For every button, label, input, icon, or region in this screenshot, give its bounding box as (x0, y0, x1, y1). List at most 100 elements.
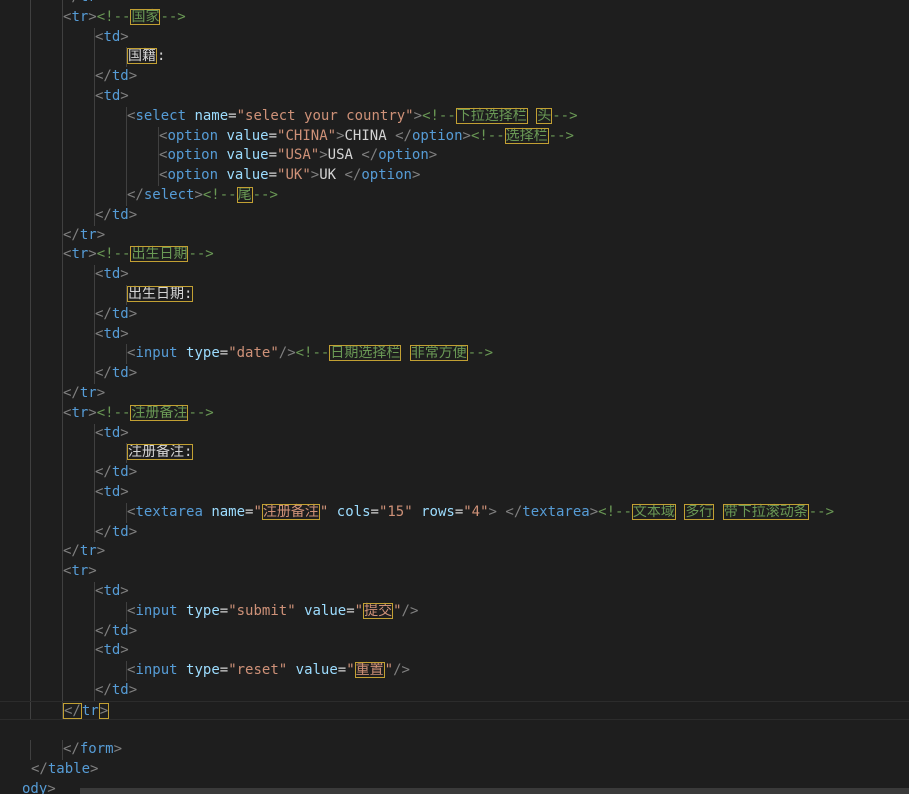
code-line[interactable]: 国籍: (0, 47, 909, 68)
code-line[interactable]: <tr><!--注册备注--> (0, 403, 909, 424)
code-editor[interactable]: </tr><tr><!--国家--><td>国籍:</td><td><selec… (0, 0, 909, 794)
code-line[interactable]: <td> (0, 27, 909, 48)
code-line[interactable]: </td> (0, 205, 909, 226)
code-line[interactable]: </td> (0, 522, 909, 543)
code-line[interactable]: </tr> (0, 383, 909, 404)
unicode-highlight-token: 头 (536, 107, 553, 124)
indent-guide (30, 680, 31, 701)
code-line-content: <td> (95, 641, 129, 661)
code-area[interactable]: </tr><tr><!--国家--><td>国籍:</td><td><selec… (0, 0, 909, 794)
code-token: <!-- (202, 186, 237, 203)
indent-guide (30, 601, 31, 622)
indent-guide (30, 482, 31, 503)
code-token: td (111, 464, 129, 481)
indent-guide (62, 344, 63, 365)
indent-guide (30, 383, 31, 404)
indent-guide (30, 284, 31, 305)
indent-guide (62, 364, 63, 384)
indent-guide (126, 146, 127, 167)
indent-guide (62, 621, 63, 642)
code-line[interactable]: <td> (0, 265, 909, 285)
indent-guide (62, 423, 63, 444)
indent-guide (30, 245, 31, 266)
code-token: input (135, 345, 178, 362)
code-token: > (128, 681, 138, 698)
indent-guide (30, 86, 31, 107)
code-line[interactable]: 出生日期: (0, 284, 909, 305)
code-line[interactable]: <td> (0, 581, 909, 602)
indent-guide (62, 304, 63, 325)
indent-guide (30, 701, 31, 720)
indent-guide (30, 581, 31, 602)
code-line[interactable]: <tr> (0, 562, 909, 582)
code-line[interactable]: <td> (0, 423, 909, 444)
code-line[interactable]: </tr> (0, 542, 909, 563)
code-line[interactable]: <select name="select your country"><!--下… (0, 106, 909, 127)
code-line[interactable]: </td> (0, 67, 909, 87)
indent-guide (30, 0, 31, 8)
code-token: table (47, 761, 91, 778)
code-line[interactable]: <td> (0, 482, 909, 503)
indent-guide (62, 106, 63, 127)
indent-guide (30, 106, 31, 127)
code-token: value (295, 662, 338, 679)
code-token: td (111, 365, 129, 382)
code-line[interactable]: </table> (0, 760, 909, 780)
code-line[interactable]: </td> (0, 304, 909, 325)
code-token: --> (252, 186, 278, 203)
code-line[interactable]: </tr> (0, 225, 909, 246)
code-line[interactable]: <option value="CHINA">CHINA </option><!-… (0, 126, 909, 147)
indent-guide (30, 740, 31, 761)
code-token: option (411, 127, 463, 144)
code-token: > (589, 503, 599, 520)
indent-guide (30, 205, 31, 226)
code-line[interactable]: <option value="USA">USA </option> (0, 146, 909, 167)
code-token: type (186, 602, 220, 619)
code-line[interactable]: <textarea name="注册备注" cols="15" rows="4"… (0, 502, 909, 523)
code-token: td (103, 87, 121, 104)
indent-guide (94, 146, 95, 167)
code-token: CHINA (344, 127, 396, 144)
code-line-content: <tr><!--国家--> (63, 8, 186, 28)
code-line[interactable]: </select><!--尾--> (0, 185, 909, 206)
unicode-highlight-token: 多行 (684, 503, 715, 520)
code-line-content: </td> (95, 463, 137, 483)
code-line[interactable]: </form> (0, 740, 909, 761)
code-token: > (128, 464, 138, 481)
code-token: td (103, 642, 121, 659)
code-line[interactable]: <option value="UK">UK </option> (0, 166, 909, 186)
code-line[interactable] (0, 720, 909, 740)
code-line[interactable]: <input type="date"/><!--日期选择栏 非常方便--> (0, 344, 909, 365)
code-line-content: <td> (95, 87, 129, 107)
code-token: > (120, 266, 129, 283)
code-line[interactable]: 注册备注: (0, 443, 909, 464)
code-line[interactable]: </td> (0, 364, 909, 384)
code-token: </ (95, 68, 112, 85)
code-line-content: <td> (95, 582, 129, 602)
code-line[interactable]: <input type="reset" value="重置"/> (0, 661, 909, 681)
indent-guide (62, 265, 63, 285)
code-token: </ (95, 206, 112, 223)
code-line[interactable]: <input type="submit" value="提交"/> (0, 601, 909, 622)
code-line[interactable]: </tr> (0, 0, 909, 8)
code-token: "15" (378, 503, 413, 520)
code-line[interactable]: </td> (0, 680, 909, 701)
code-line[interactable]: <td> (0, 324, 909, 345)
code-token: td (103, 266, 121, 283)
code-token: option (167, 147, 219, 164)
horizontal-scrollbar[interactable] (80, 788, 909, 794)
code-line[interactable]: <tr><!--国家--> (0, 7, 909, 28)
code-line[interactable]: </tr> (0, 700, 909, 721)
code-line[interactable]: <tr><!--出生日期--> (0, 245, 909, 266)
code-line[interactable]: </td> (0, 463, 909, 483)
code-line[interactable]: </td> (0, 621, 909, 642)
code-token: textarea (522, 503, 590, 520)
code-token: option (361, 167, 412, 184)
code-token: <!-- (96, 8, 131, 25)
code-token: textarea (135, 503, 203, 520)
code-line[interactable]: <td> (0, 641, 909, 662)
code-line[interactable]: <td> (0, 86, 909, 107)
indent-guide (94, 661, 95, 681)
code-token: --> (188, 246, 214, 263)
code-token: /> (278, 345, 296, 362)
